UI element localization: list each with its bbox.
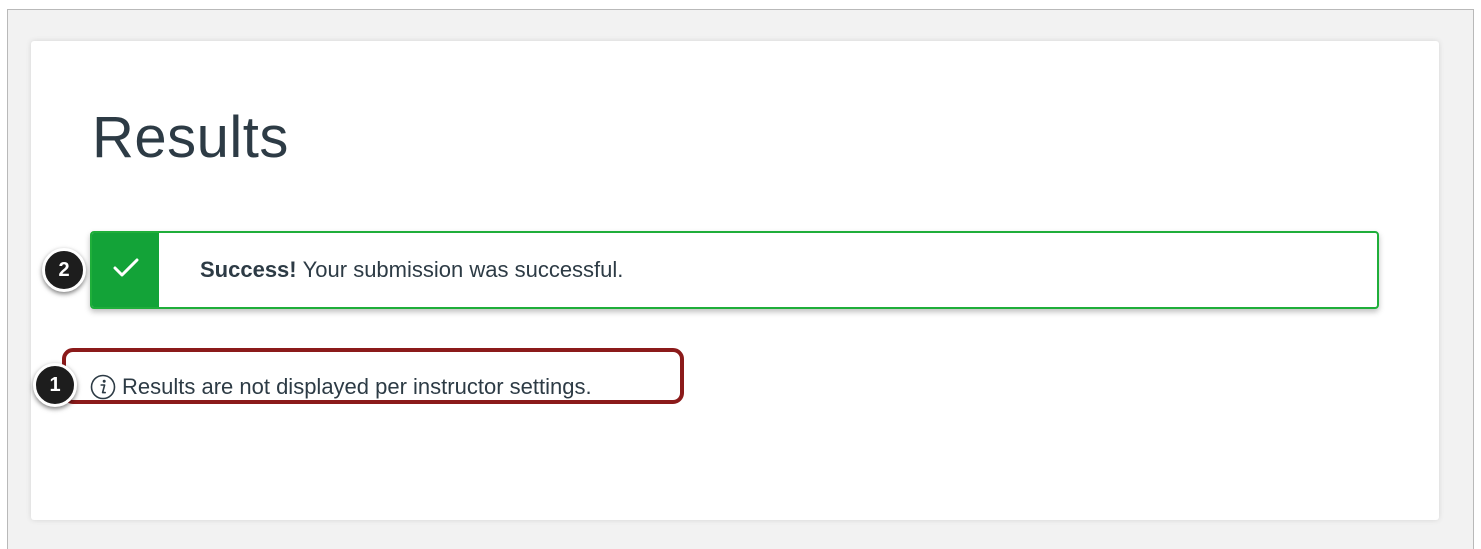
page-title: Results [92,105,289,170]
alert-strong-text: Success! [200,257,297,282]
highlight-box [62,348,684,404]
callout-badge-1: 1 [33,363,77,407]
success-alert: Success! Your submission was successful. [90,231,1379,309]
screenshot-frame: Results Success! Your submission was suc… [7,9,1474,549]
checkmark-icon [112,257,140,284]
callout-badge-2: 2 [42,248,86,292]
alert-message-text: Your submission was successful. [302,257,624,282]
alert-message: Success! Your submission was successful. [200,233,623,307]
alert-icon-box [92,233,159,307]
content-card: Results Success! Your submission was suc… [31,41,1439,520]
